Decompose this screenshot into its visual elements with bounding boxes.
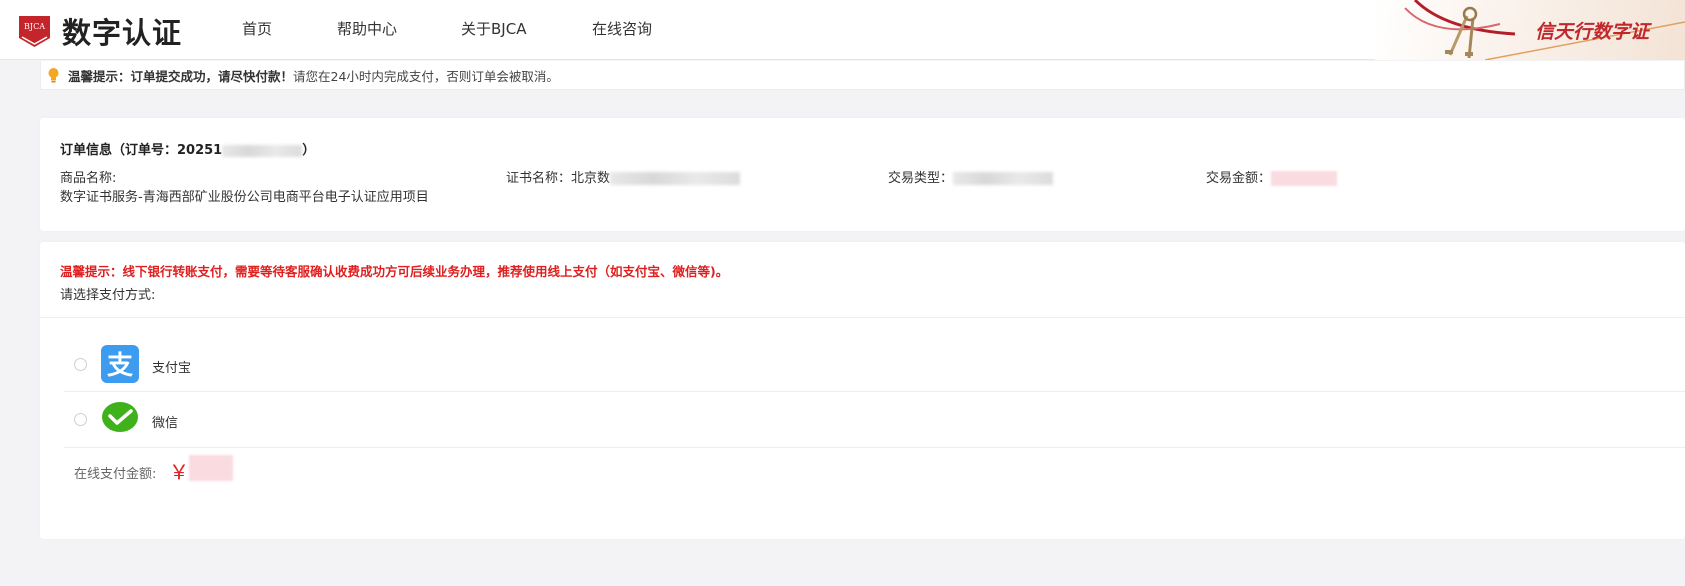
trade-type-field: 交易类型： [888, 167, 1054, 186]
select-payment-label: 请选择支付方式: [60, 288, 156, 303]
order-info-card: 订单信息（订单号：20251 ） 商品名称: 数字证书服务-青海西部矿业股份公司电… [40, 118, 1685, 231]
nav-help-center[interactable]: 帮助中心 [337, 18, 397, 39]
alipay-label: 支付宝 [152, 361, 192, 376]
order-title-suffix: ） [302, 143, 316, 158]
wechat-label: 微信 [152, 416, 179, 431]
product-name-value: 数字证书服务-青海西部矿业股份公司电商平台电子认证应用项目 [60, 190, 429, 205]
payment-card: 温馨提示：线下银行转账支付，需要等待客服确认收费成功方可后续业务办理，推荐使用线… [40, 242, 1685, 539]
redacted-online-amount [189, 455, 233, 481]
product-name-label: 商品名称: [60, 171, 117, 186]
logo-text: 数字认证 [62, 16, 183, 50]
wechat-icon [102, 402, 138, 432]
payment-option-wechat[interactable]: 微信 [64, 392, 1685, 448]
order-title: 订单信息（订单号：20251 ） [60, 139, 315, 158]
nav-online-consult[interactable]: 在线咨询 [592, 18, 652, 39]
divider [64, 447, 1685, 448]
product-name-field: 商品名称: [60, 167, 116, 186]
redacted-cert-name [610, 172, 741, 185]
trade-amount-label: 交易金额： [1206, 171, 1272, 186]
svg-text:支: 支 [107, 351, 133, 381]
trade-amount-field: 交易金额： [1206, 167, 1338, 186]
alipay-icon: 支 [101, 345, 139, 383]
online-amount-value: ￥ [169, 455, 233, 485]
redacted-order-number [222, 144, 303, 157]
cert-name-field: 证书名称：北京数 [506, 167, 741, 186]
wechat-radio[interactable] [74, 413, 87, 426]
slogan-banner: 信天行数字证 [1375, 0, 1685, 60]
trade-type-label: 交易类型： [888, 171, 954, 186]
nav-about-bjca[interactable]: 关于BJCA [461, 18, 526, 39]
slogan-text: 信天行数字证 [1535, 21, 1650, 43]
bjca-logo-icon: BJCA [18, 15, 51, 48]
site-logo[interactable]: BJCA 数字认证 [18, 10, 182, 52]
top-header: BJCA 数字认证 首页 帮助中心 关于BJCA 在线咨询 信天行数字证 [0, 0, 1685, 60]
order-title-prefix: 订单信息（订单号：20251 [60, 143, 223, 158]
divider [40, 317, 1685, 318]
notice-strong-text: 温馨提示：订单提交成功，请尽快付款！ [68, 68, 294, 84]
offline-payment-warning: 温馨提示：线下银行转账支付，需要等待客服确认收费成功方可后续业务办理，推荐使用线… [60, 264, 729, 279]
notice-text: 请您在24小时内完成支付，否则订单会被取消。 [293, 68, 559, 84]
cert-name-value: 北京数 [571, 171, 611, 186]
alipay-radio[interactable] [74, 358, 87, 371]
redacted-trade-type [953, 172, 1054, 185]
nav-home[interactable]: 首页 [242, 18, 272, 39]
online-amount-label: 在线支付金额: [74, 467, 157, 482]
svg-text:BJCA: BJCA [24, 22, 45, 31]
lightbulb-icon [48, 68, 59, 83]
currency-symbol: ￥ [169, 460, 189, 484]
cert-name-label: 证书名称： [506, 171, 572, 186]
redacted-trade-amount [1271, 171, 1338, 186]
payment-option-alipay[interactable]: 支 支付宝 [64, 336, 1685, 392]
order-success-notice: 温馨提示：订单提交成功，请尽快付款！ 请您在24小时内完成支付，否则订单会被取消… [40, 61, 1685, 90]
